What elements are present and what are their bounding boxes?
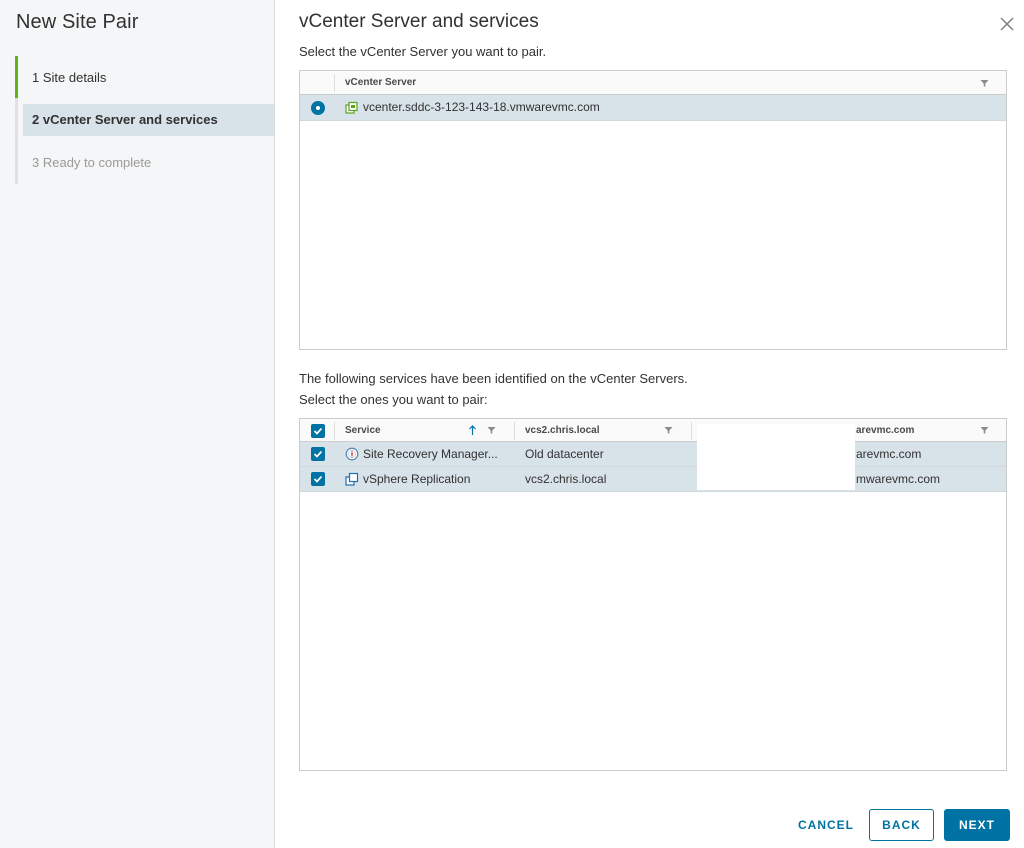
services-instruction: Select the ones you want to pair: xyxy=(299,392,488,407)
next-button[interactable]: NEXT xyxy=(944,809,1010,841)
column-header-service[interactable]: Service xyxy=(345,419,381,442)
column-separator xyxy=(334,422,335,440)
column-header-remote-site[interactable]: arevmc.com xyxy=(856,419,914,442)
vcenter-grid: vCenter Server vcenter.sddc-3-123-143-18… xyxy=(299,70,1007,350)
step-ready-to-complete: 3 Ready to complete xyxy=(32,155,152,170)
service-name: Site Recovery Manager... xyxy=(363,447,498,461)
back-button[interactable]: BACK xyxy=(869,809,934,841)
services-grid-header: Service vcs2.chris.local arevmc.com xyxy=(300,419,1006,442)
row-radio-selected[interactable] xyxy=(311,101,325,115)
filter-icon[interactable] xyxy=(980,426,989,435)
service-name: vSphere Replication xyxy=(363,472,471,486)
vcenter-name: vcenter.sddc-3-123-143-18.vmwarevmc.com xyxy=(363,100,600,114)
column-header-vcenter-server[interactable]: vCenter Server xyxy=(345,71,416,95)
column-separator xyxy=(334,74,335,92)
services-grid: Service vcs2.chris.local arevmc.com Site… xyxy=(299,418,1007,771)
table-row[interactable]: vcenter.sddc-3-123-143-18.vmwarevmc.com xyxy=(300,95,1006,121)
table-row[interactable]: Site Recovery Manager... Old datacenter … xyxy=(300,442,1006,467)
vsphere-replication-icon xyxy=(345,472,359,486)
vcenter-instruction: Select the vCenter Server you want to pa… xyxy=(299,44,547,59)
table-row[interactable]: vSphere Replication vcs2.chris.local mwa… xyxy=(300,467,1006,492)
services-description: The following services have been identif… xyxy=(299,371,688,386)
select-all-checkbox[interactable] xyxy=(311,424,325,438)
step-completed-indicator xyxy=(15,56,18,98)
column-separator xyxy=(514,422,515,440)
remote-site-value: mwarevmc.com xyxy=(856,472,941,486)
column-separator xyxy=(691,422,692,440)
filter-icon[interactable] xyxy=(980,79,989,88)
wizard-sidebar: New Site Pair 1 Site details 2 vCenter S… xyxy=(0,0,275,848)
filter-icon[interactable] xyxy=(664,426,673,435)
cancel-button[interactable]: CANCEL xyxy=(793,809,859,841)
vcenter-server-icon xyxy=(345,101,358,114)
vcenter-grid-header: vCenter Server xyxy=(300,71,1006,95)
row-checkbox[interactable] xyxy=(311,472,325,486)
row-checkbox[interactable] xyxy=(311,447,325,461)
local-site-value: vcs2.chris.local xyxy=(525,472,607,486)
column-header-local-site[interactable]: vcs2.chris.local xyxy=(525,419,600,442)
site-recovery-icon xyxy=(345,447,359,461)
close-icon[interactable] xyxy=(998,15,1016,33)
local-site-value: Old datacenter xyxy=(525,447,604,461)
step-vcenter-services[interactable]: 2 vCenter Server and services xyxy=(23,104,274,136)
wizard-title: New Site Pair xyxy=(16,11,139,33)
step-site-details[interactable]: 1 Site details xyxy=(23,62,274,94)
redaction-overlay xyxy=(697,424,855,490)
filter-icon[interactable] xyxy=(487,426,496,435)
sort-ascending-icon[interactable] xyxy=(468,425,477,436)
page-title: vCenter Server and services xyxy=(299,11,539,32)
remote-site-value: arevmc.com xyxy=(856,447,922,461)
